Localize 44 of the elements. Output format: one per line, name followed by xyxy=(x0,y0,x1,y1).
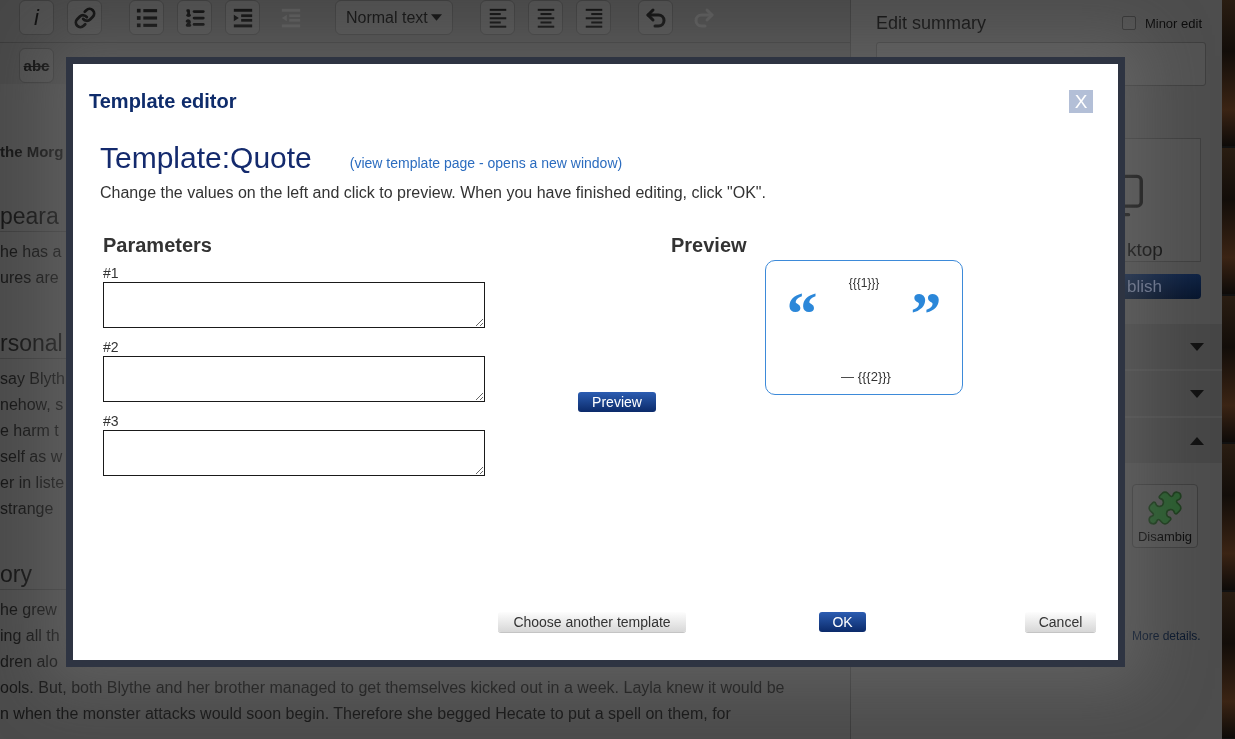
parameters-heading: Parameters xyxy=(103,233,212,258)
template-title: Template:Quote xyxy=(100,140,312,176)
cancel-button[interactable]: Cancel xyxy=(1025,612,1096,632)
choose-template-button[interactable]: Choose another template xyxy=(498,612,686,632)
view-option-label: ktop xyxy=(1127,239,1163,261)
opening-quote-mark: “ xyxy=(786,282,818,344)
align-center-button[interactable] xyxy=(528,0,563,35)
italic-button[interactable]: i xyxy=(19,0,54,35)
indent-button[interactable] xyxy=(225,0,260,35)
numbered-list-button[interactable] xyxy=(177,0,212,35)
preview-button[interactable]: Preview xyxy=(578,392,656,412)
undo-button[interactable] xyxy=(638,0,673,35)
attribution-text: — {{{2}}} xyxy=(841,369,891,384)
close-button[interactable]: X xyxy=(1069,89,1093,113)
template-page-link[interactable]: (view template page - opens a new window) xyxy=(349,155,623,171)
caret-down-icon xyxy=(431,14,442,21)
closing-quote-mark: ” xyxy=(910,282,942,344)
instructions-text: Change the values on the left and click to preview. When you have finished editing, click "OK". xyxy=(100,183,766,203)
indent-icon xyxy=(231,6,254,29)
edit-summary-label: Edit summary xyxy=(876,12,987,34)
quote-text: {{{1}}} xyxy=(848,275,880,290)
link-button[interactable] xyxy=(67,0,102,35)
preview-heading: Preview xyxy=(671,233,747,258)
minor-edit-checkbox[interactable] xyxy=(1121,16,1136,30)
parameter-field[interactable] xyxy=(103,356,485,402)
parameter-field[interactable] xyxy=(103,430,485,476)
bulleted-list-button[interactable] xyxy=(129,0,164,35)
more-details-link[interactable]: More details. xyxy=(1132,629,1201,643)
field-label: #2 xyxy=(103,339,119,355)
template-tile[interactable]: Disambig xyxy=(1132,484,1198,548)
align-left-button[interactable] xyxy=(480,0,515,35)
align-right-button[interactable] xyxy=(576,0,611,35)
strikethrough-button[interactable]: abc xyxy=(19,48,54,83)
link-icon xyxy=(73,6,96,29)
text-style-dropdown[interactable]: Normal text xyxy=(335,0,453,35)
ok-button[interactable]: OK xyxy=(819,612,866,632)
dialog-title: Template editor xyxy=(89,89,237,113)
minor-edit-label: Minor edit xyxy=(1144,15,1202,31)
numbered-list-icon xyxy=(183,6,206,29)
field-label: #1 xyxy=(103,265,119,281)
bulleted-list-icon xyxy=(135,6,158,29)
puzzle-piece-icon xyxy=(1146,489,1184,527)
field-label: #3 xyxy=(103,413,119,429)
parameter-field[interactable] xyxy=(103,282,485,328)
